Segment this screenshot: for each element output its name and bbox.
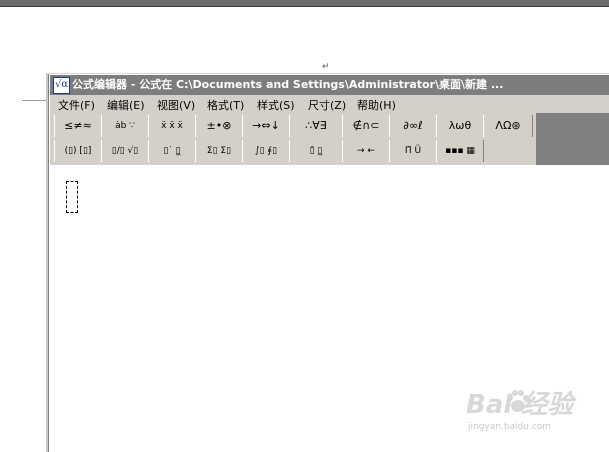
window-title: 公式编辑器 - 公式在 C:\Documents and Settings\Ad… — [72, 78, 504, 91]
menu-style[interactable]: 样式(S) — [257, 97, 295, 113]
title-bar[interactable]: √α 公式编辑器 - 公式在 C:\Documents and Settings… — [50, 75, 609, 95]
integral-templates-button[interactable]: ∫▯ ∮▯ — [242, 140, 290, 162]
arrow-symbols-button[interactable]: →⇔↓ — [242, 115, 290, 137]
toolbar-empty-area — [536, 113, 609, 165]
summation-templates-button[interactable]: Σ▯ Σ▯ — [195, 140, 243, 162]
paw-icon — [507, 390, 529, 412]
menu-view[interactable]: 视图(V) — [157, 97, 195, 113]
spaces-ellipses-button[interactable]: ȧb ∵ — [101, 115, 149, 137]
watermark-url: jingyan.baidu.com — [468, 422, 552, 432]
paragraph-mark: ↵ — [322, 62, 330, 72]
baidu-watermark: Bai 经验 jingyan.baidu.com — [466, 384, 606, 444]
top-window-strip — [0, 0, 609, 7]
logical-symbols-button[interactable]: ∴∀∃ — [289, 115, 343, 137]
menu-format[interactable]: 格式(T) — [207, 97, 244, 113]
empty-equation-slot[interactable] — [66, 181, 78, 213]
operator-symbols-button[interactable]: ±•⊗ — [195, 115, 243, 137]
fence-templates-button[interactable]: (▯) [▯] — [54, 140, 102, 162]
menu-edit[interactable]: 编辑(E) — [107, 97, 145, 113]
misc-symbols-button[interactable]: ∂∞ℓ — [389, 115, 437, 137]
menu-help[interactable]: 帮助(H) — [357, 97, 396, 113]
greek-lowercase-button[interactable]: λωθ — [436, 115, 484, 137]
fraction-radical-templates-button[interactable]: ▯/▯ √▯ — [101, 140, 149, 162]
script-templates-button[interactable]: ▯˙ ▯̲ — [148, 140, 196, 162]
equation-editor-icon[interactable]: √α — [53, 77, 70, 94]
equation-toolbar: ≤≠≈ ȧb ∵ ẍ ẍ ẍ ±•⊗ →⇔↓ ∴∀∃ ∉∩⊂ ∂∞ℓ λωθ Λ… — [50, 113, 536, 165]
menu-size[interactable]: 尺寸(Z) — [308, 97, 346, 113]
products-templates-button[interactable]: Π̈ Ü — [389, 140, 437, 162]
relational-symbols-button[interactable]: ≤≠≈ — [54, 115, 102, 137]
embellishments-button[interactable]: ẍ ẍ ẍ — [148, 115, 196, 137]
menu-bar: 文件(F) 编辑(E) 视图(V) 格式(T) 样式(S) 尺寸(Z) 帮助(H… — [50, 95, 609, 113]
matrix-templates-button[interactable]: ▪▪▪ ▦ — [436, 140, 484, 162]
bar-templates-button[interactable]: ▯̄ ▯̲ — [289, 140, 343, 162]
greek-uppercase-button[interactable]: ΛΩ⊛ — [483, 115, 533, 137]
menu-file[interactable]: 文件(F) — [58, 97, 95, 113]
labeled-arrow-templates-button[interactable]: → ← — [342, 140, 390, 162]
document-margin-line — [22, 100, 48, 101]
set-theory-symbols-button[interactable]: ∉∩⊂ — [342, 115, 390, 137]
